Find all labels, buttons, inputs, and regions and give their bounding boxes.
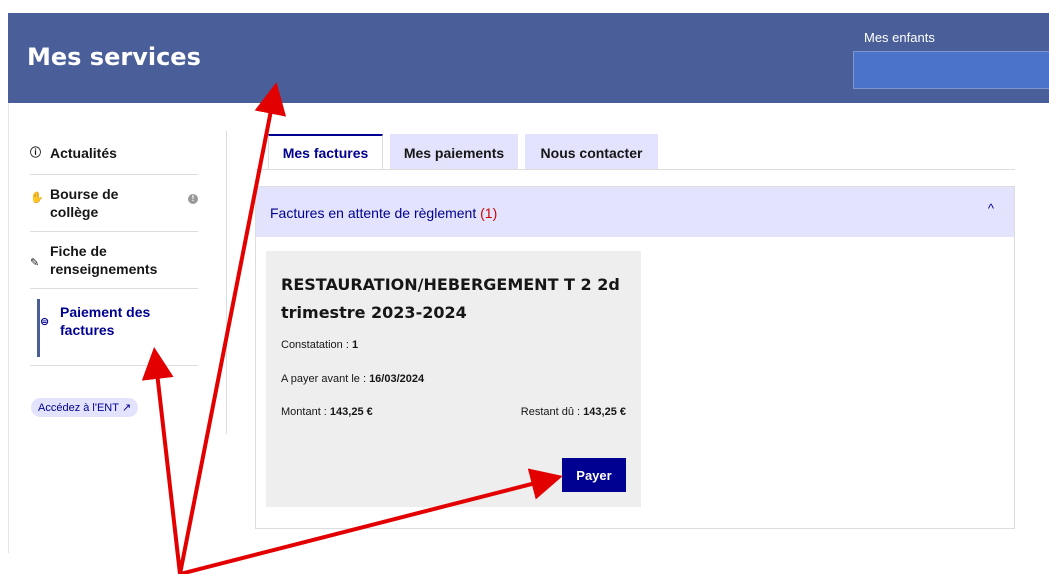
sidebar: ⓘ Actualités ✋ Bourse de collège ! ✎ Fic… xyxy=(30,130,198,366)
info-badge-icon: ! xyxy=(188,194,198,204)
accordion-title: Factures en attente de règlement (1) xyxy=(270,205,497,221)
page-header: Mes services Mes enfants xyxy=(8,13,1049,103)
accordion-header[interactable]: Factures en attente de règlement (1) ^ xyxy=(256,187,1014,237)
children-select[interactable] xyxy=(853,51,1049,89)
remaining-label: Restant dû : xyxy=(520,406,584,418)
due-date-row: A payer avant le : 16/03/2024 xyxy=(281,373,424,385)
sidebar-item-label: Bourse de collège xyxy=(50,186,119,220)
hand-coin-icon: ✋ xyxy=(30,192,44,204)
sidebar-item-label: Paiement des factures xyxy=(60,304,151,338)
edit-icon: ✎ xyxy=(30,257,40,269)
amount-value: 143,25 € xyxy=(329,406,373,418)
tab-mes-factures[interactable]: Mes factures xyxy=(268,134,383,169)
sidebar-item-paiement[interactable]: ⊜ Paiement des factures xyxy=(30,289,198,366)
active-indicator xyxy=(37,299,40,357)
chevron-up-icon[interactable]: ^ xyxy=(988,201,994,216)
constatation-label: Constatation : xyxy=(281,339,352,351)
children-select-label: Mes enfants xyxy=(864,30,935,45)
due-date-value: 16/03/2024 xyxy=(369,373,425,385)
due-date-label: A payer avant le : xyxy=(281,373,370,385)
amount-row: Montant : 143,25 € xyxy=(281,406,373,418)
invoice-title: RESTAURATION/HEBERGEMENT T 2 2d trimestr… xyxy=(281,275,620,322)
remaining-row: Restant dû : 143,25 € xyxy=(521,406,626,418)
sidebar-item-bourse[interactable]: ✋ Bourse de collège ! xyxy=(30,175,198,232)
tabs-underline xyxy=(255,169,1015,170)
sidebar-item-fiche[interactable]: ✎ Fiche de renseignements xyxy=(30,232,198,289)
page-edge-line xyxy=(8,103,9,553)
sidebar-divider xyxy=(226,131,227,434)
constatation-value: 1 xyxy=(351,339,359,351)
tab-nous-contacter[interactable]: Nous contacter xyxy=(525,134,658,169)
tab-mes-paiements[interactable]: Mes paiements xyxy=(390,134,518,169)
page-title: Mes services xyxy=(27,43,201,71)
sidebar-item-label: Fiche de renseignements xyxy=(50,243,158,277)
ent-link[interactable]: Accédez à l'ENT ↗ xyxy=(31,398,139,417)
amount-label: Montant : xyxy=(281,406,330,418)
payment-icon: ⊜ xyxy=(40,316,50,328)
info-icon: ⓘ xyxy=(30,147,41,159)
sidebar-item-label: Actualités xyxy=(50,145,117,161)
invoice-card: RESTAURATION/HEBERGEMENT T 2 2d trimestr… xyxy=(266,251,641,507)
arrow-to-sidebar xyxy=(141,347,182,574)
pending-count: (1) xyxy=(480,205,498,221)
sidebar-item-actualites[interactable]: ⓘ Actualités xyxy=(30,130,198,175)
pay-button[interactable]: Payer xyxy=(562,458,626,492)
accordion-title-text: Factures en attente de règlement xyxy=(270,205,481,221)
constatation-row: Constatation : 1 xyxy=(281,339,358,351)
remaining-value: 143,25 € xyxy=(583,406,626,418)
